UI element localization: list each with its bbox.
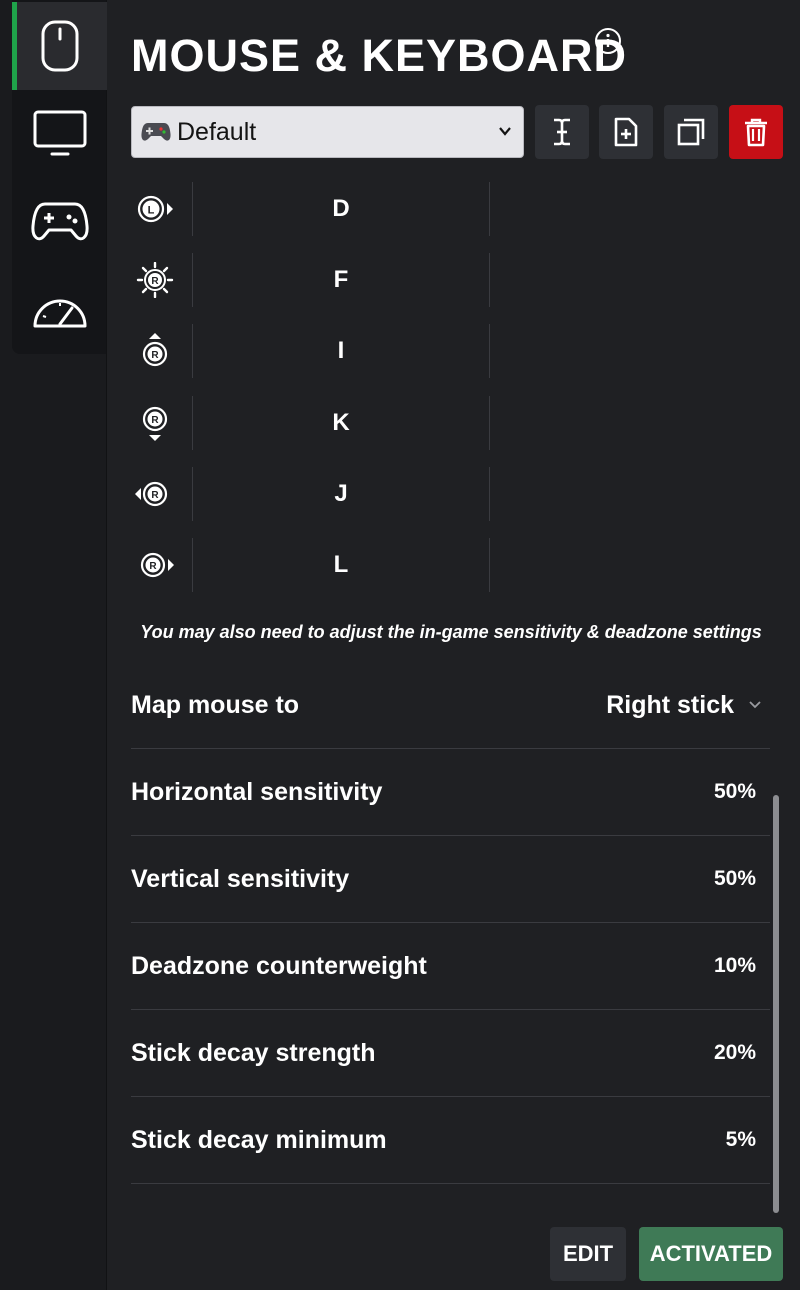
binding-key[interactable]: K: [193, 396, 489, 450]
setting-row-stick-decay-strength[interactable]: Stick decay strength 20%: [131, 1010, 770, 1097]
setting-value[interactable]: 5%: [726, 1097, 756, 1183]
page-title: MOUSE & KEYBOARD: [131, 30, 628, 81]
binding-row: L D: [131, 182, 491, 236]
duplicate-profile-button[interactable]: [664, 105, 718, 159]
setting-row-deadzone-counterweight[interactable]: Deadzone counterweight 10%: [131, 923, 770, 1010]
svg-text:R: R: [151, 276, 159, 287]
activated-button[interactable]: ACTIVATED: [639, 1227, 783, 1281]
svg-text:L: L: [148, 205, 155, 217]
edit-button[interactable]: EDIT: [550, 1227, 626, 1281]
map-mouse-setting[interactable]: Map mouse to Right stick: [131, 662, 770, 749]
setting-row-stick-decay-minimum[interactable]: Stick decay minimum 5%: [131, 1097, 770, 1184]
profile-dropdown-value: Default: [177, 117, 257, 146]
map-mouse-dropdown-value[interactable]: Right stick: [606, 662, 734, 748]
gamepad-icon: [30, 202, 89, 241]
svg-text:R: R: [149, 561, 157, 572]
binding-key[interactable]: J: [193, 467, 489, 521]
binding-row: R J: [131, 467, 491, 521]
mouse-icon: [41, 20, 78, 72]
new-file-icon: [614, 117, 638, 147]
sidebar-item-mouse[interactable]: [12, 2, 107, 90]
setting-value[interactable]: 20%: [714, 1010, 756, 1096]
binding-row: R I: [131, 324, 491, 378]
info-icon[interactable]: [594, 27, 622, 55]
svg-text:R: R: [151, 350, 159, 361]
binding-row: R L: [131, 538, 491, 592]
new-profile-button[interactable]: [599, 105, 653, 159]
sidebar-item-controller[interactable]: [12, 178, 107, 266]
sidebar-item-performance[interactable]: [12, 266, 107, 354]
chevron-down-icon: [499, 127, 511, 136]
duplicate-icon: [677, 118, 705, 146]
gamepad-emoji-icon: [141, 123, 171, 141]
setting-label: Stick decay strength: [131, 1039, 376, 1067]
right-stick-up-icon: R: [142, 333, 168, 367]
binding-key[interactable]: F: [193, 253, 489, 307]
trash-icon: [745, 118, 767, 147]
right-stick-right-icon: R: [140, 552, 174, 578]
profile-dropdown[interactable]: Default: [131, 106, 524, 158]
setting-row-vertical-sensitivity[interactable]: Vertical sensitivity 50%: [131, 836, 770, 923]
right-stick-press-icon: R: [136, 262, 174, 298]
chevron-down-icon: [749, 701, 761, 709]
svg-text:R: R: [151, 490, 159, 501]
scrollbar[interactable]: [773, 795, 779, 1213]
text-cursor-icon: [554, 118, 570, 146]
setting-value[interactable]: 50%: [714, 836, 756, 922]
binding-row: R F: [131, 253, 491, 307]
binding-key[interactable]: L: [193, 538, 489, 592]
binding-row: R K: [131, 396, 491, 450]
svg-text:R: R: [151, 415, 159, 426]
setting-label: Stick decay minimum: [131, 1126, 387, 1154]
monitor-icon: [33, 110, 86, 156]
delete-profile-button[interactable]: [729, 105, 783, 159]
binding-key[interactable]: I: [193, 324, 489, 378]
left-stick-press-right-icon: L: [137, 195, 173, 223]
binding-key[interactable]: D: [193, 182, 489, 236]
right-stick-left-icon: R: [135, 481, 168, 507]
setting-value[interactable]: 10%: [714, 923, 756, 1009]
setting-label: Map mouse to: [131, 691, 300, 719]
setting-label: Horizontal sensitivity: [131, 778, 383, 806]
setting-row-horizontal-sensitivity[interactable]: Horizontal sensitivity 50%: [131, 749, 770, 836]
setting-label: Deadzone counterweight: [131, 952, 427, 980]
rename-profile-button[interactable]: [535, 105, 589, 159]
speedometer-icon: [33, 299, 86, 328]
right-stick-down-icon: R: [142, 406, 168, 441]
setting-value[interactable]: 50%: [714, 749, 756, 835]
sidebar-item-display[interactable]: [12, 90, 107, 178]
setting-label: Vertical sensitivity: [131, 865, 350, 893]
sensitivity-note: You may also need to adjust the in-game …: [140, 622, 762, 642]
